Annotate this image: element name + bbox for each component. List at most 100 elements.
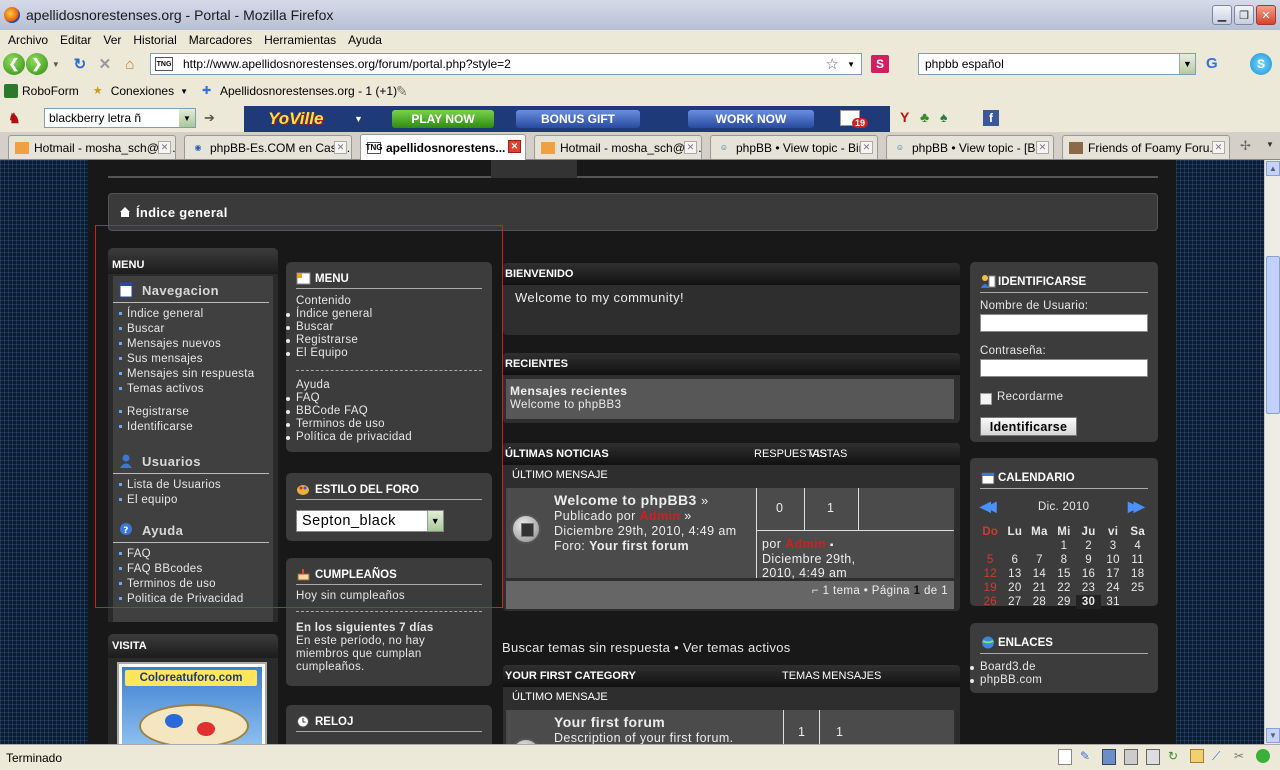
username-input[interactable] [980,314,1148,332]
calendar-day[interactable]: 26 [978,595,1003,609]
menu-marcadores[interactable]: Marcadores [183,33,258,47]
folder-icon[interactable] [1190,749,1204,763]
calendar-day[interactable]: 8 [1052,553,1077,567]
calendar-day[interactable]: 30 [1076,595,1101,609]
tab-close-icon[interactable]: ✕ [1212,141,1225,154]
calendar-day[interactable]: 1 [1052,539,1077,553]
calendar-day[interactable]: 21 [1027,581,1052,595]
menu-editar[interactable]: Editar [54,33,97,47]
calendar-day[interactable]: 29 [1052,595,1077,609]
calendar-day[interactable]: 15 [1052,567,1077,581]
view-latest-post-icon[interactable]: ▪ [830,540,834,551]
menu-ayuda[interactable]: Ayuda [342,33,388,47]
nav-link-sin-respuesta[interactable]: Mensajes sin respuesta [119,367,273,382]
calendar-day[interactable]: 23 [1076,581,1101,595]
history-dropdown-icon[interactable]: ▼ [51,53,61,75]
nav-link-registrarse[interactable]: Registrarse [119,405,273,420]
nav-link-temas-activos[interactable]: Temas activos [119,382,273,397]
nav-link-privacidad[interactable]: Politica de Privacidad [119,592,273,607]
facebook-icon[interactable]: f [983,110,999,126]
minimize-button[interactable]: ▁ [1212,5,1232,25]
calendar-day[interactable]: 24 [1101,581,1126,595]
topic-title[interactable]: Welcome to phpBB3 [554,492,697,508]
next-month-icon[interactable]: ▶▶ [1128,498,1144,515]
chart-icon[interactable]: ⟋ [1212,749,1226,765]
play-now-button[interactable]: PLAY NOW [392,110,494,128]
calendar-day[interactable]: 18 [1125,567,1150,581]
close-window-button[interactable]: ✕ [1256,5,1276,25]
skype-icon[interactable]: S [1250,53,1272,75]
nav-link-identificarse[interactable]: Identificarse [119,420,273,435]
calendar-day[interactable]: 22 [1052,581,1077,595]
maximize-button[interactable]: ❐ [1234,5,1254,25]
tab-close-icon[interactable]: ✕ [684,141,697,154]
calendar-day[interactable]: 28 [1027,595,1052,609]
nav-link-faq[interactable]: FAQ [119,547,273,562]
nav-link-sus-mensajes[interactable]: Sus mensajes [119,352,273,367]
yoville-logo[interactable]: YoVille [268,109,323,129]
nav-link-el-equipo[interactable]: El equipo [119,493,273,508]
tab-hotmail-2[interactable]: Hotmail - mosha_sch@h... ✕ [534,135,702,159]
calendar-day[interactable]: 3 [1101,539,1126,553]
remember-checkbox[interactable] [980,393,992,405]
bookmark-star-icon[interactable]: ☆ [826,55,839,73]
coloreatuforo-badge[interactable]: Coloreatuforo.com [117,662,267,744]
nav-link-buscar[interactable]: Buscar [119,322,273,337]
scroll-thumb[interactable] [1266,256,1280,414]
topic-author-link[interactable]: Admin [640,509,681,523]
save-icon[interactable] [1102,749,1116,765]
breadcrumb[interactable]: Índice general [108,193,1158,231]
last-post-author[interactable]: Admin [785,537,826,551]
calendar-day[interactable]: 25 [1125,581,1150,595]
tab-phpbb-topic-2[interactable]: ☺ phpBB • View topic - [B... ✕ [886,135,1054,159]
calendar-day[interactable]: 4 [1125,539,1150,553]
enlace-phpbb[interactable]: phpBB.com [969,674,1042,687]
menu2-link-bbcode-faq[interactable]: BBCode FAQ [286,405,482,418]
page-icon[interactable] [1058,749,1072,765]
work-now-button[interactable]: WORK NOW [688,110,814,128]
tab-list-icon[interactable]: ▼ [1266,140,1274,149]
tab-close-icon[interactable]: ✕ [1036,141,1049,154]
nav-link-terminos[interactable]: Terminos de uso [119,577,273,592]
password-input[interactable] [980,359,1148,377]
tab-hotmail-1[interactable]: Hotmail - mosha_sch@h... ✕ [8,135,176,159]
addon-green-icon[interactable] [1256,749,1270,763]
url-dropdown-icon[interactable]: ▼ [847,60,855,69]
tab-close-icon[interactable]: ✕ [158,141,171,154]
calendar-day[interactable]: 14 [1027,567,1052,581]
enlace-board3[interactable]: Board3.de [969,661,1042,674]
print-icon[interactable] [1146,749,1160,765]
new-tab-icon[interactable]: ✢ [1240,138,1251,154]
tools-icon[interactable]: ✂ [1234,749,1248,765]
menu-ver[interactable]: Ver [97,33,127,47]
yoville-dropdown-icon[interactable]: ▼ [354,114,363,124]
calendar-day[interactable]: 5 [978,553,1003,567]
menu2-link-equipo[interactable]: El Equipo [286,347,482,360]
links-line[interactable]: Buscar temas sin respuesta • Ver temas a… [502,640,791,655]
search-dropdown-icon[interactable]: ▼ [1179,54,1195,74]
calendar-day[interactable]: 20 [1003,581,1028,595]
login-button[interactable]: Identificarse [980,417,1077,436]
menu2-link-registrarse[interactable]: Registrarse [286,334,482,347]
back-button[interactable]: ❮ [3,53,25,75]
pager-total-link[interactable]: 1 [941,585,948,597]
calendar-day[interactable]: 11 [1125,553,1150,567]
url-bar[interactable]: TNG http://www.apellidosnorestenses.org/… [150,53,862,75]
search-field[interactable]: phpbb español ▼ [918,53,1196,75]
home-icon[interactable]: ⌂ [119,53,141,75]
nav-link-indice[interactable]: Índice general [119,307,273,322]
calendar-day[interactable]: 17 [1101,567,1126,581]
pen-icon[interactable]: ✎ [396,83,408,100]
reload-icon[interactable]: ↻ [69,53,91,75]
plant-icon[interactable]: ♣ [920,109,929,125]
topic-forum-link[interactable]: Your first forum [589,539,689,553]
stumbleupon-icon[interactable]: S [871,55,889,73]
screen-icon[interactable] [1124,749,1138,765]
calendar-day[interactable]: 10 [1101,553,1126,567]
calendar-day[interactable]: 19 [978,581,1003,595]
tab-apellidos[interactable]: TNG apellidosnorestens... ✕ [360,134,526,160]
google-icon[interactable]: G [1206,55,1218,72]
calendar-day[interactable]: 27 [1003,595,1028,609]
prev-month-icon[interactable]: ◀◀ [980,498,996,515]
refresh-addon-icon[interactable]: ↻ [1168,749,1182,765]
